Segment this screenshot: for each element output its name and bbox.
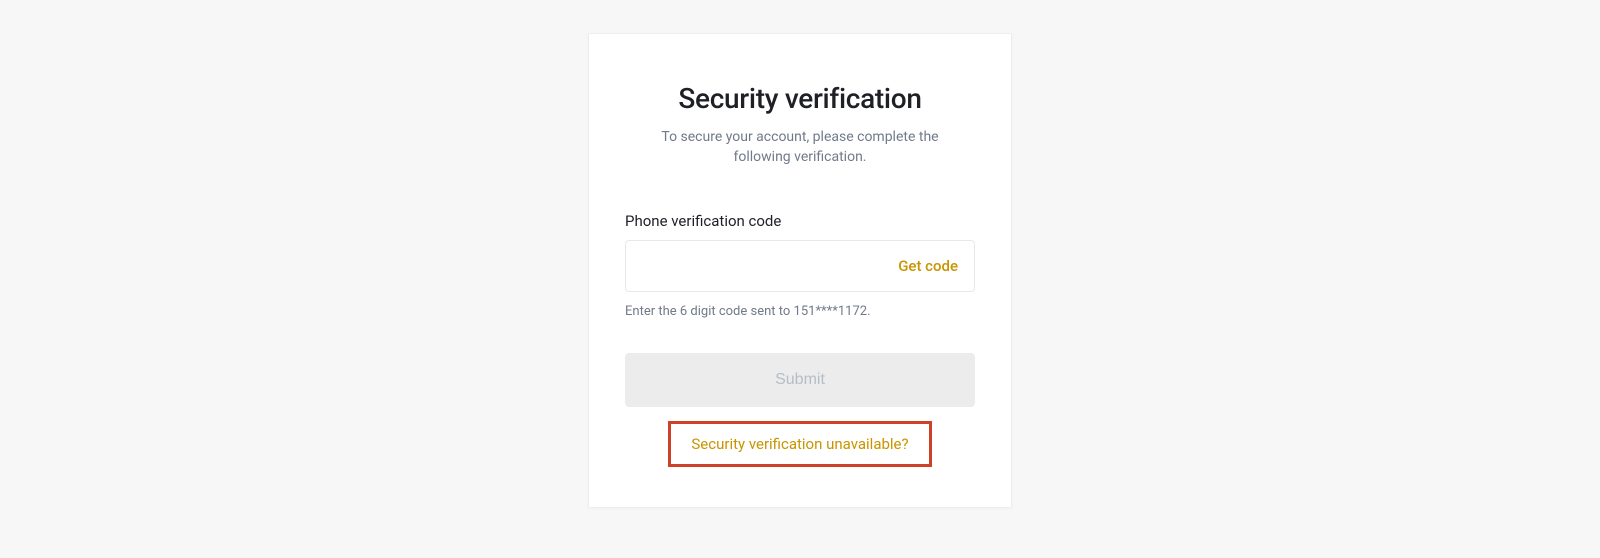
security-unavailable-link[interactable]: Security verification unavailable? [668,421,931,467]
code-input-wrapper: Get code [625,240,975,292]
code-field-label: Phone verification code [625,212,975,230]
get-code-button[interactable]: Get code [898,257,958,275]
unavailable-link-wrapper: Security verification unavailable? [625,421,975,467]
helper-text: Enter the 6 digit code sent to 151****11… [625,304,975,319]
verification-card: Security verification To secure your acc… [588,33,1012,508]
submit-button[interactable]: Submit [625,353,975,407]
verification-code-input[interactable] [642,241,898,291]
page-title: Security verification [625,82,975,115]
page-subtitle: To secure your account, please complete … [625,127,975,168]
